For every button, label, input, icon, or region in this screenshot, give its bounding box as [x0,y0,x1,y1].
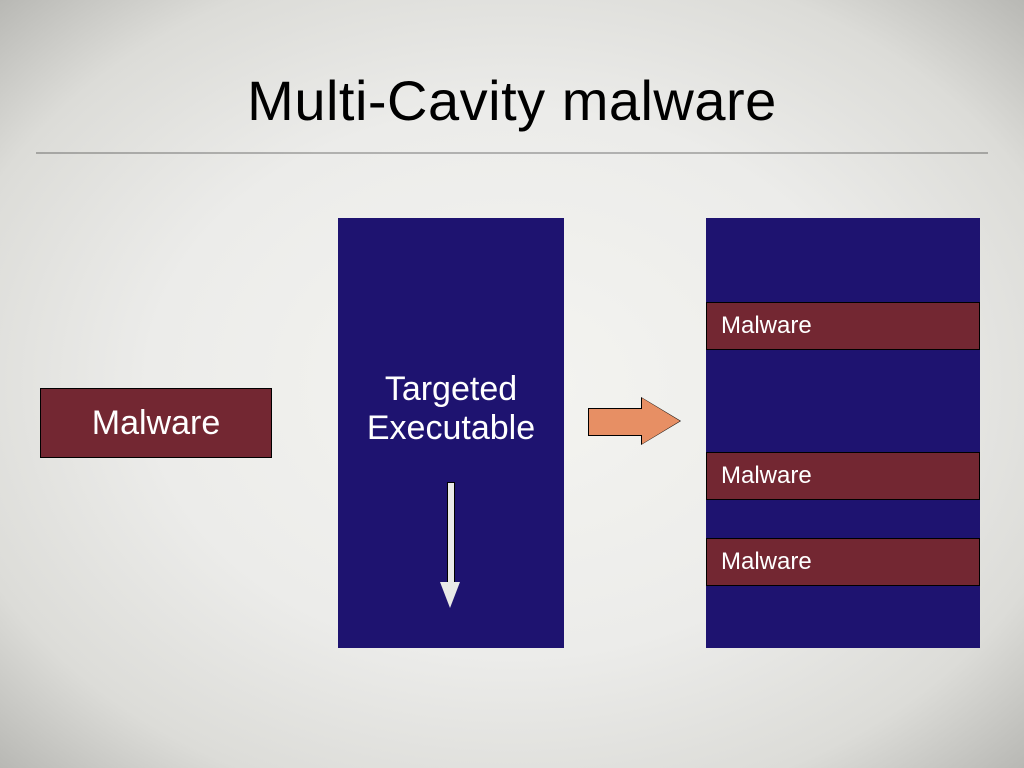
segment-malware-label: Malware [721,462,812,490]
malware-box-left-label: Malware [92,404,220,443]
segment-navy [706,586,980,648]
segment-malware: Malware [706,302,980,350]
segment-malware-label: Malware [721,548,812,576]
targeted-executable-line1: Targeted [385,370,517,408]
infected-executable-column: Malware Malware Malware [706,218,980,686]
segment-malware-label: Malware [721,312,812,340]
segment-malware: Malware [706,452,980,500]
malware-box-left: Malware [40,388,272,458]
segment-navy [706,500,980,538]
segment-navy [706,218,980,302]
arrow-right-icon [588,398,682,444]
title-underline [36,152,988,154]
targeted-executable-label: Targeted Executable [338,370,564,448]
targeted-executable-line2: Executable [367,409,535,447]
segment-navy [706,350,980,452]
segment-malware: Malware [706,538,980,586]
arrow-down-icon [442,482,458,612]
slide-title: Multi-Cavity malware [0,68,1024,133]
